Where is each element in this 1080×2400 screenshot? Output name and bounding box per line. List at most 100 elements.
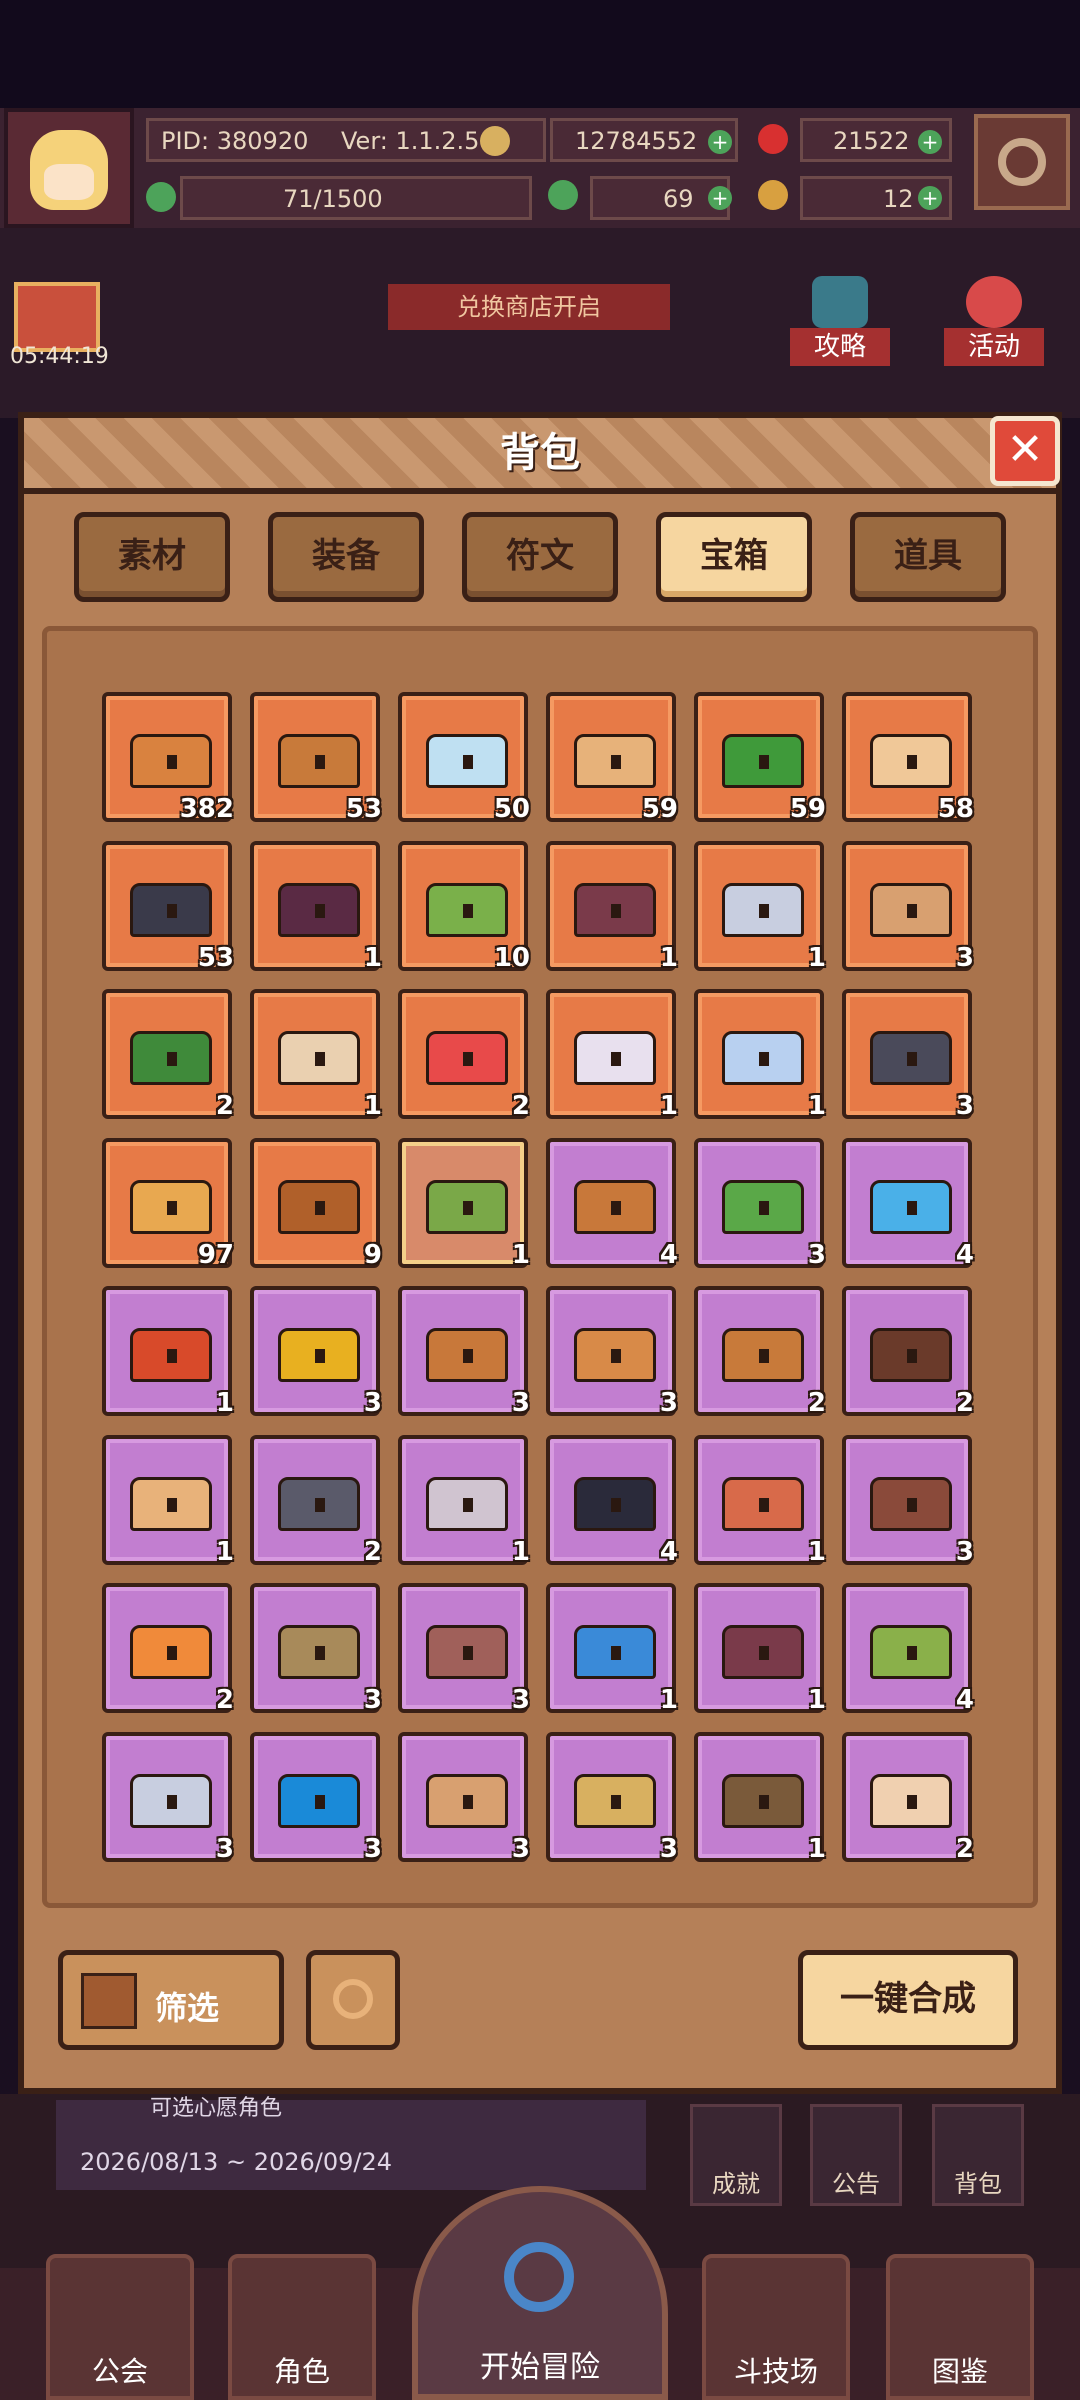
chest-slot[interactable]: 4 — [842, 1583, 974, 1715]
item-count: 53 — [345, 794, 382, 824]
chest-slot[interactable]: 1 — [546, 989, 678, 1121]
chest-slot[interactable]: 2 — [102, 1583, 234, 1715]
chest-icon — [722, 734, 804, 788]
item-count: 1 — [807, 1537, 826, 1567]
chest-icon — [574, 1625, 656, 1679]
chest-slot[interactable]: 50 — [398, 692, 530, 824]
nav-atlas[interactable]: 图鉴 — [886, 2254, 1034, 2400]
tab-equipment[interactable]: 装备 — [268, 512, 424, 602]
nav-atlas-label: 图鉴 — [931, 2355, 988, 2388]
chest-slot[interactable]: 3 — [250, 1286, 382, 1418]
chest-slot[interactable]: 59 — [546, 692, 678, 824]
chest-slot[interactable]: 1 — [398, 1138, 530, 1270]
add-clover-icon[interactable]: + — [708, 186, 732, 210]
merge-all-button[interactable]: 一键合成 — [798, 1950, 1018, 2050]
chest-slot[interactable]: 3 — [250, 1583, 382, 1715]
gold-value: 12784552 — [575, 127, 698, 155]
backpack-button[interactable]: 背包 — [932, 2104, 1024, 2206]
chest-slot[interactable]: 1 — [546, 1583, 678, 1715]
event-banner[interactable] — [56, 2100, 646, 2190]
chest-icon — [426, 883, 508, 937]
chest-icon — [574, 1774, 656, 1828]
achievement-button[interactable]: 成就 — [690, 2104, 782, 2206]
nav-guild[interactable]: 公会 — [46, 2254, 194, 2400]
chest-slot[interactable]: 1 — [694, 989, 826, 1121]
add-gold-icon[interactable]: + — [708, 130, 732, 154]
chest-slot[interactable]: 3 — [546, 1732, 678, 1864]
tab-items[interactable]: 道具 — [850, 512, 1006, 602]
chest-slot[interactable]: 1 — [250, 989, 382, 1121]
item-count: 4 — [659, 1537, 678, 1567]
add-key-icon[interactable]: + — [918, 186, 942, 210]
shop-open-banner[interactable]: 兑换商店开启 — [388, 284, 670, 330]
chest-slot[interactable]: 1 — [250, 841, 382, 973]
chest-slot[interactable]: 1 — [102, 1435, 234, 1567]
chest-slot[interactable]: 3 — [842, 989, 974, 1121]
chest-slot[interactable]: 53 — [102, 841, 234, 973]
close-button[interactable]: ✕ — [990, 416, 1060, 486]
player-avatar[interactable] — [4, 108, 134, 228]
chest-icon — [130, 1180, 212, 1234]
chest-slot[interactable]: 97 — [102, 1138, 234, 1270]
tab-runes[interactable]: 符文 — [462, 512, 618, 602]
chest-slot[interactable]: 4 — [842, 1138, 974, 1270]
chest-slot[interactable]: 2 — [694, 1286, 826, 1418]
chest-icon — [574, 1031, 656, 1085]
refresh-button[interactable] — [306, 1950, 400, 2050]
chest-slot[interactable]: 2 — [842, 1732, 974, 1864]
nav-role[interactable]: 角色 — [228, 2254, 376, 2400]
guide-button[interactable]: 攻略 — [790, 276, 890, 366]
add-gem-icon[interactable]: + — [918, 130, 942, 154]
nav-arena[interactable]: 斗技场 — [702, 2254, 850, 2400]
chest-icon — [426, 1180, 508, 1234]
chest-icon — [870, 1625, 952, 1679]
chest-slot[interactable]: 59 — [694, 692, 826, 824]
chest-slot[interactable]: 3 — [398, 1286, 530, 1418]
chest-slot[interactable]: 3 — [250, 1732, 382, 1864]
chest-slot[interactable]: 58 — [842, 692, 974, 824]
backpack-label: 背包 — [954, 2170, 1002, 2198]
item-count: 3 — [807, 1240, 826, 1270]
chest-slot[interactable]: 382 — [102, 692, 234, 824]
activity-button[interactable]: 活动 — [944, 276, 1044, 366]
chest-icon — [130, 1625, 212, 1679]
chest-slot[interactable]: 3 — [842, 1435, 974, 1567]
item-count: 1 — [511, 1240, 530, 1270]
tab-chests[interactable]: 宝箱 — [656, 512, 812, 602]
chest-slot[interactable]: 3 — [546, 1286, 678, 1418]
chest-slot[interactable]: 1 — [694, 1732, 826, 1864]
notice-button[interactable]: 公告 — [810, 2104, 902, 2206]
tab-materials[interactable]: 素材 — [74, 512, 230, 602]
chest-slot[interactable]: 4 — [546, 1138, 678, 1270]
item-count: 3 — [955, 1091, 974, 1121]
gift-box-icon[interactable] — [14, 282, 100, 352]
item-count: 1 — [807, 1685, 826, 1715]
settings-button[interactable] — [974, 114, 1070, 210]
chest-slot[interactable]: 1 — [398, 1435, 530, 1567]
chest-slot[interactable]: 2 — [250, 1435, 382, 1567]
chest-slot[interactable]: 2 — [398, 989, 530, 1121]
chest-slot[interactable]: 1 — [694, 1583, 826, 1715]
chest-slot[interactable]: 1 — [546, 841, 678, 973]
chest-slot[interactable]: 2 — [842, 1286, 974, 1418]
chest-slot[interactable]: 10 — [398, 841, 530, 973]
chest-slot[interactable]: 3 — [398, 1583, 530, 1715]
chest-slot[interactable]: 3 — [102, 1732, 234, 1864]
chest-slot[interactable]: 4 — [546, 1435, 678, 1567]
chest-slot[interactable]: 9 — [250, 1138, 382, 1270]
chest-slot[interactable]: 3 — [398, 1732, 530, 1864]
chest-slot[interactable]: 1 — [102, 1286, 234, 1418]
grid-icon — [81, 1973, 137, 2029]
chest-slot[interactable]: 3 — [694, 1138, 826, 1270]
item-count: 1 — [215, 1388, 234, 1418]
chest-slot[interactable]: 1 — [694, 841, 826, 973]
chest-slot[interactable]: 1 — [694, 1435, 826, 1567]
chest-slot[interactable]: 53 — [250, 692, 382, 824]
gem-icon — [758, 124, 788, 154]
chest-slot[interactable]: 2 — [102, 989, 234, 1121]
item-count: 97 — [197, 1240, 234, 1270]
event-date-range: 2026/08/13 ~ 2026/09/24 — [80, 2148, 393, 2176]
filter-button[interactable]: 筛选 — [58, 1950, 284, 2050]
chest-slot[interactable]: 3 — [842, 841, 974, 973]
item-count: 1 — [363, 1091, 382, 1121]
